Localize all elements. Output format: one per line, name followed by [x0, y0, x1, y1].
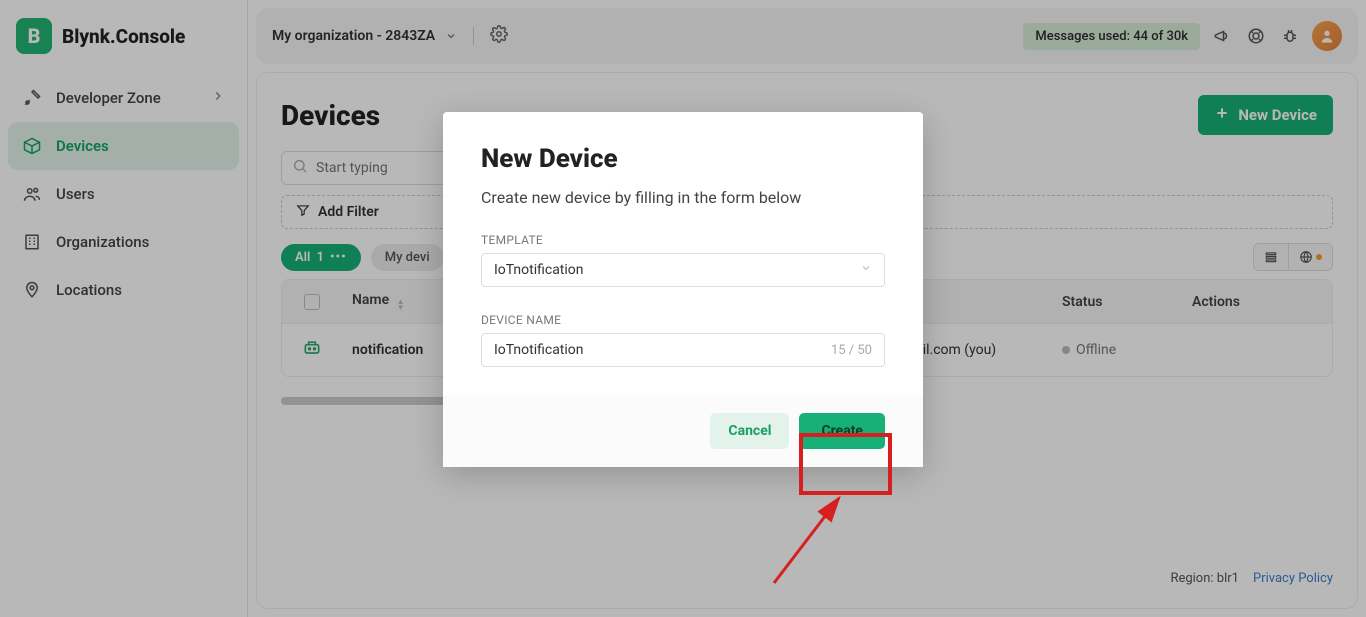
template-select[interactable]: IoTnotification [481, 253, 885, 287]
modal-subtitle: Create new device by filling in the form… [481, 188, 885, 207]
device-name-input[interactable] [494, 342, 831, 358]
device-name-input-wrap: 15 / 50 [481, 333, 885, 367]
device-name-label: DEVICE NAME [481, 313, 885, 327]
modal-title: New Device [481, 144, 885, 174]
annotation-arrow [764, 478, 864, 588]
chevron-down-icon [860, 262, 872, 278]
new-device-modal: New Device Create new device by filling … [443, 112, 923, 467]
char-count: 15 / 50 [831, 343, 872, 358]
cancel-button[interactable]: Cancel [710, 413, 789, 449]
template-value: IoTnotification [494, 262, 584, 278]
template-label: TEMPLATE [481, 233, 885, 247]
